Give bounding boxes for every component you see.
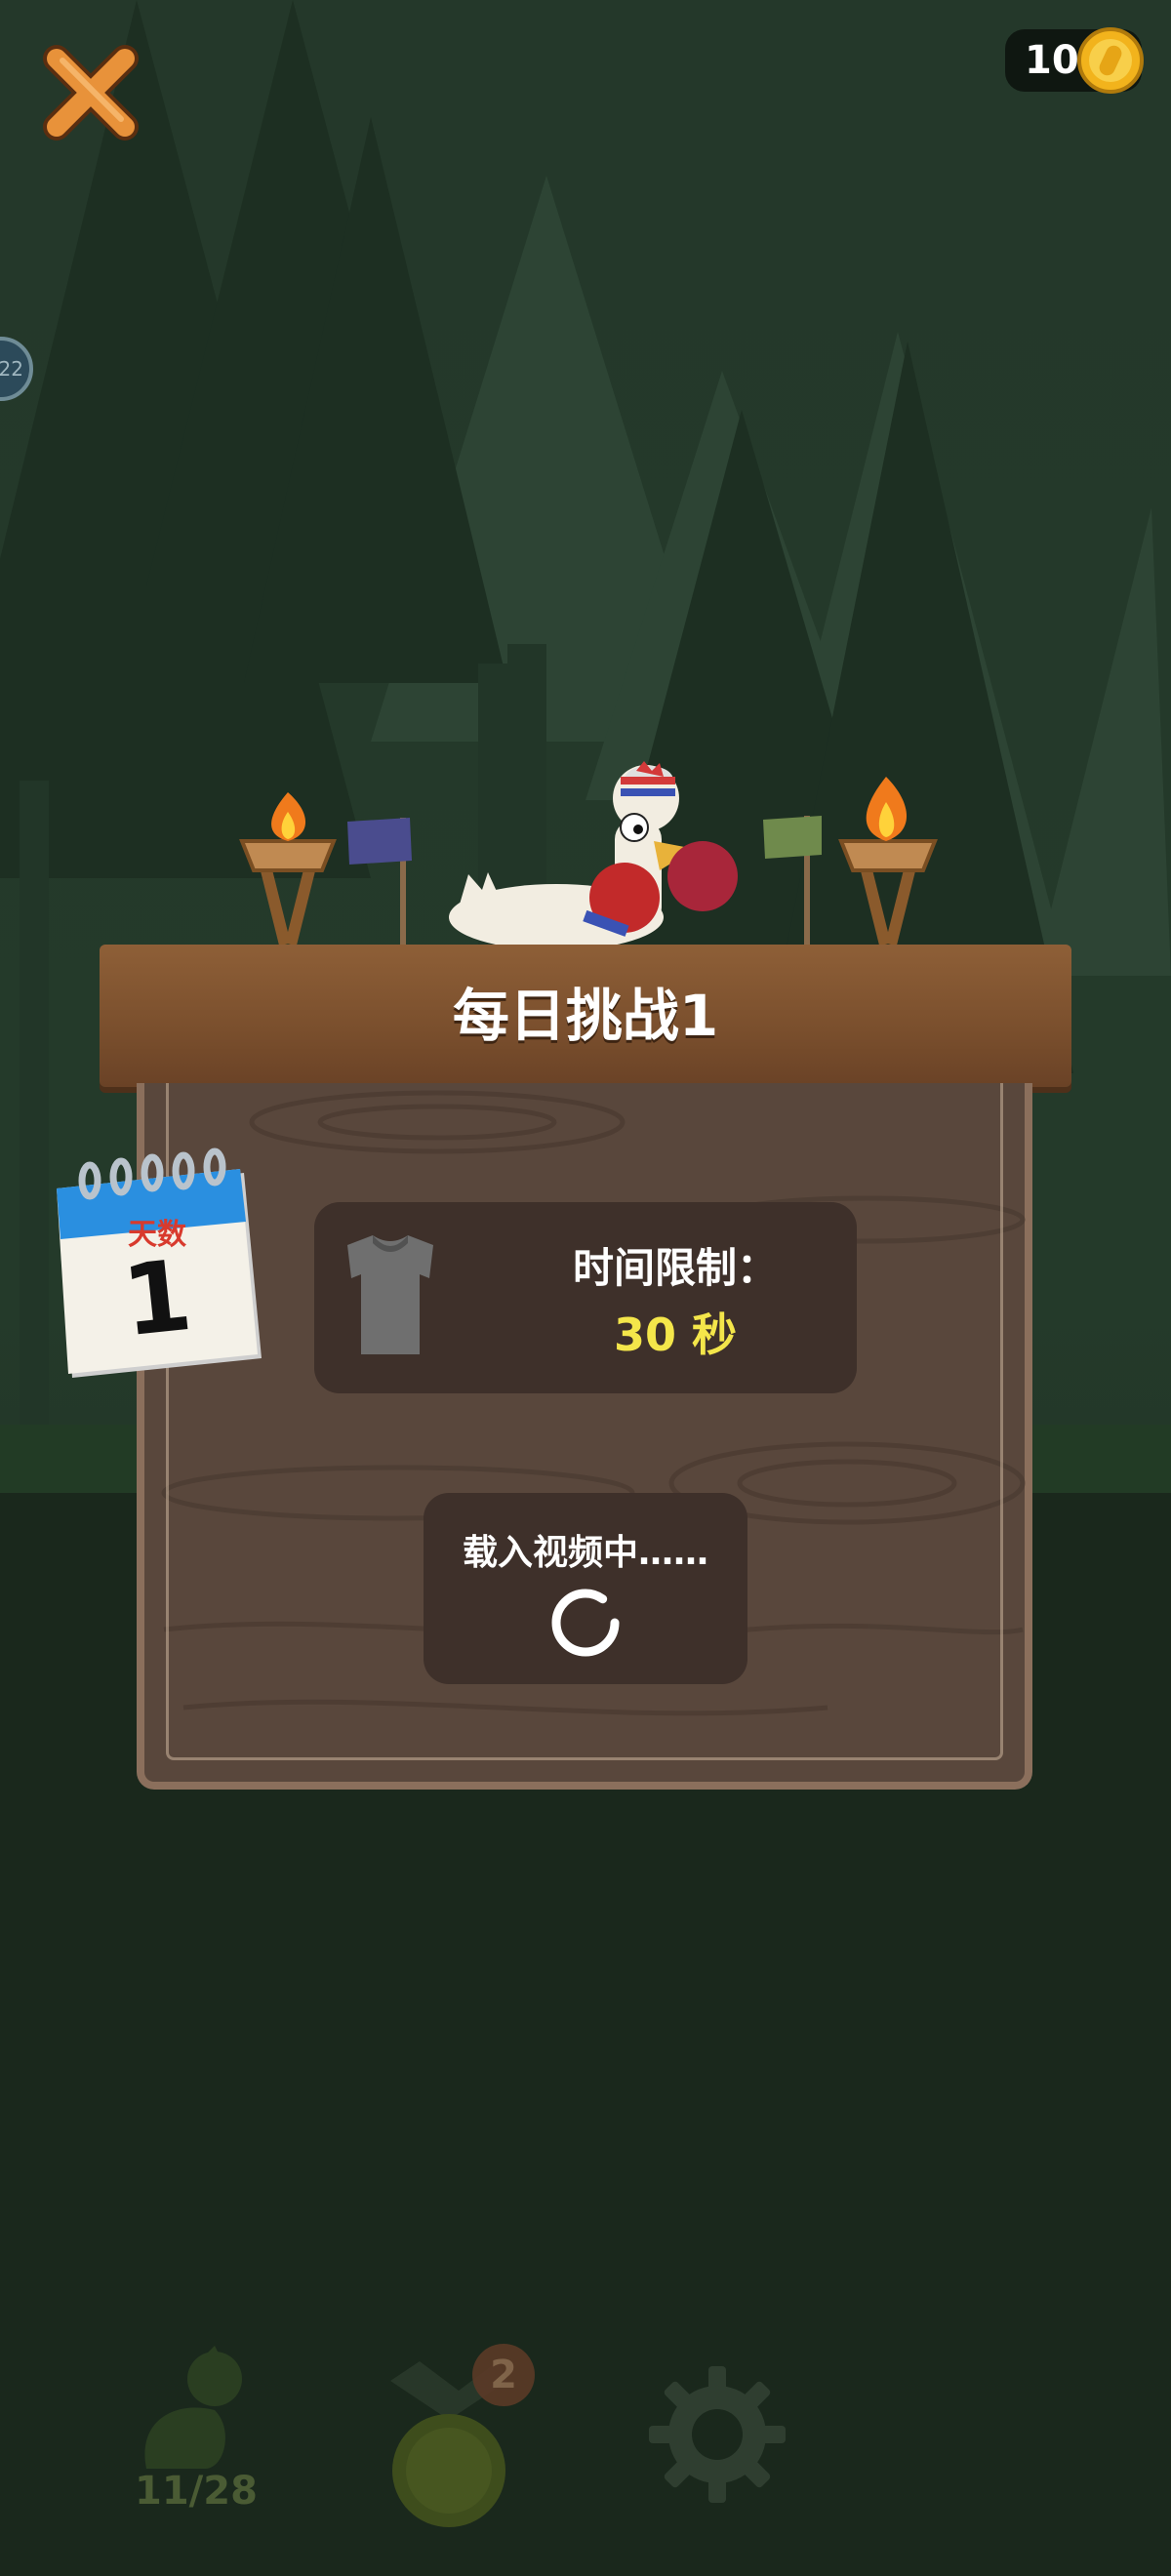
loading-video-panel[interactable]: 载入视频中…… [424,1493,747,1684]
coin-counter: 10 [1005,27,1144,94]
time-limit-panel: 时间限制： 30 秒 [314,1202,857,1393]
shirt-icon [347,1235,433,1354]
time-limit-label: 时间限制： [572,1244,778,1292]
coin-icon [1077,27,1144,94]
loading-spinner-icon [551,1589,620,1657]
challenge-title: 每日挑战1 [452,983,719,1049]
rewards-badge: 2 [472,2344,535,2406]
calendar-day-number: 1 [117,1237,197,1359]
characters-nav-icon[interactable] [107,2342,263,2478]
title-plank: 每日挑战1 [100,945,1071,1087]
coin-count: 10 [1025,38,1079,83]
time-limit-value: 30 秒 [613,1308,738,1361]
characters-progress: 11/28 [135,2469,258,2514]
loading-text: 载入视频中…… [462,1533,708,1573]
close-icon[interactable] [37,39,144,146]
settings-gear-icon[interactable] [644,2361,790,2508]
